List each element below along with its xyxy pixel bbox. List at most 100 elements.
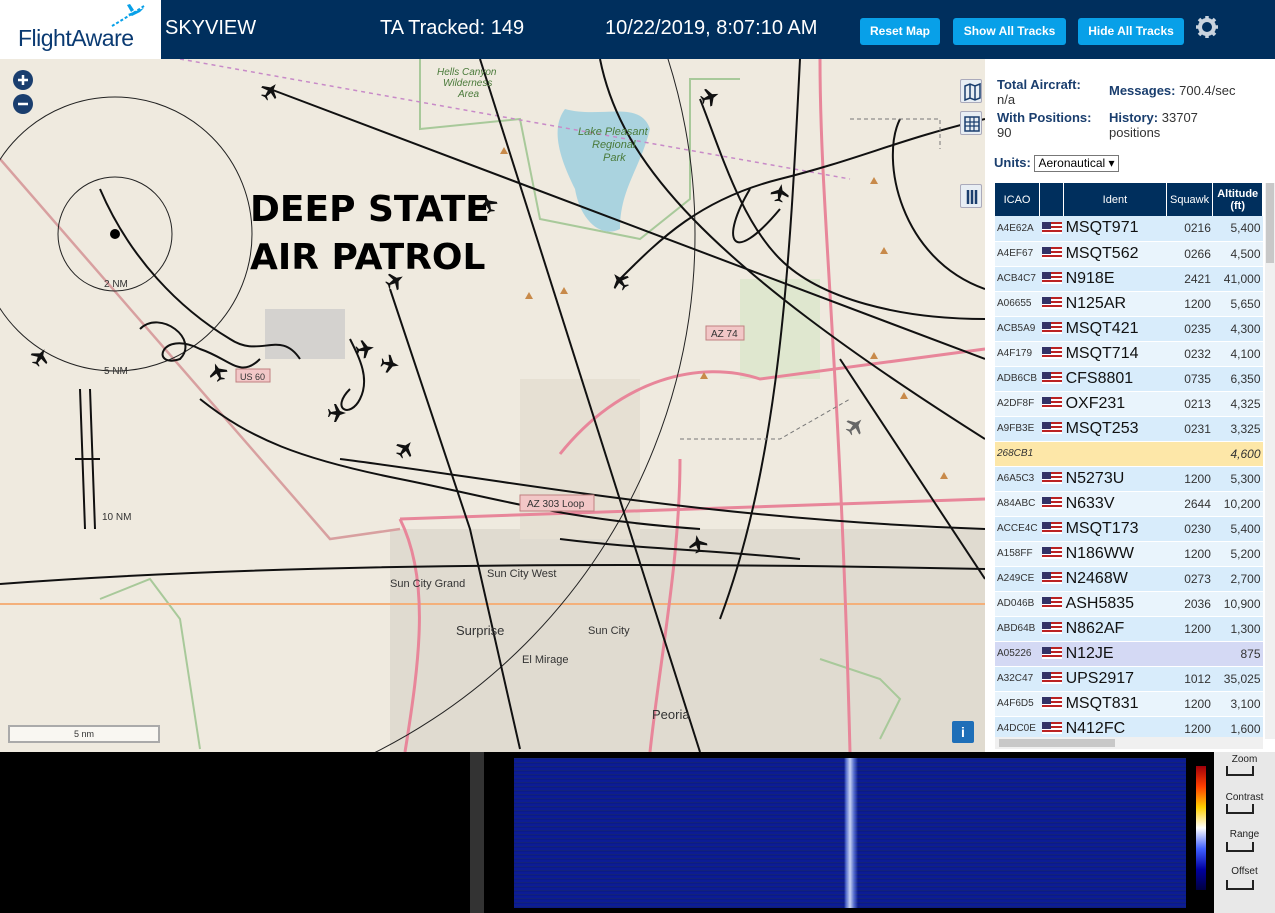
altitude-cell: 3,100 — [1212, 691, 1263, 717]
units-select[interactable]: Aeronautical ▾ — [1034, 155, 1119, 172]
table-scrollbar[interactable] — [1265, 183, 1275, 739]
aircraft-row[interactable]: A158FF N186WW 1200 5,200 — [995, 541, 1263, 567]
messages-stat: Messages: 700.4/sec — [1109, 83, 1236, 98]
icao-cell: ACCE4C — [995, 516, 1040, 542]
aircraft-row[interactable]: A84ABC N633V 2644 10,200 — [995, 491, 1263, 517]
col-flag[interactable] — [1039, 183, 1065, 216]
columns-toggle-button[interactable] — [960, 184, 982, 208]
aircraft-row[interactable]: AD046B ASH5835 2036 10,900 — [995, 591, 1263, 617]
map-view[interactable]: DEEP STATE AIR PATROL 2 NM 5 NM 10 NM He… — [0, 59, 985, 752]
us-flag-icon — [1041, 622, 1062, 635]
col-squawk[interactable]: Squawk — [1166, 183, 1214, 216]
zoom-out-icon[interactable] — [12, 93, 34, 115]
columns-icon — [966, 190, 978, 204]
altitude-cell: 4,100 — [1212, 341, 1263, 367]
aircraft-panel: Total Aircraft: n/a Messages: 700.4/sec W… — [985, 59, 1275, 752]
ident-cell: N2468W — [1063, 566, 1167, 592]
reset-map-button[interactable]: Reset Map — [860, 18, 940, 45]
aircraft-row[interactable]: A6A5C3 N5273U 1200 5,300 — [995, 466, 1263, 492]
icao-cell: AD046B — [995, 591, 1040, 617]
us-flag-icon — [1041, 372, 1062, 385]
ident-cell: CFS8801 — [1063, 366, 1167, 392]
ident-cell: MSQT562 — [1063, 241, 1167, 267]
spectrum-divider — [470, 752, 484, 913]
squawk-cell — [1166, 441, 1213, 467]
info-icon[interactable]: i — [952, 721, 974, 743]
aircraft-row[interactable]: 268CB1 4,600 — [995, 441, 1263, 467]
aircraft-row[interactable]: ACCE4C MSQT173 0230 5,400 — [995, 516, 1263, 542]
flag-cell — [1039, 366, 1064, 392]
ident-cell: MSQT173 — [1063, 516, 1167, 542]
aircraft-row[interactable]: A9FB3E MSQT253 0231 3,325 — [995, 416, 1263, 442]
altitude-cell: 10,900 — [1212, 591, 1263, 617]
aircraft-row[interactable]: A4F179 MSQT714 0232 4,100 — [995, 341, 1263, 367]
squawk-cell: 2036 — [1166, 591, 1213, 617]
squawk-cell: 0273 — [1166, 566, 1213, 592]
us-flag-icon — [1041, 497, 1062, 510]
icao-cell: A06655 — [995, 291, 1040, 317]
color-scale — [1196, 766, 1206, 890]
col-ident[interactable]: Ident — [1063, 183, 1167, 216]
flag-cell — [1039, 466, 1064, 492]
altitude-cell: 4,300 — [1212, 316, 1263, 342]
grid-toggle-button[interactable] — [960, 111, 982, 135]
icao-cell: A4E62A — [995, 216, 1040, 242]
flag-cell — [1039, 591, 1064, 617]
col-altitude[interactable]: Altitude (ft) — [1212, 183, 1263, 216]
aircraft-row[interactable]: A06655 N125AR 1200 5,650 — [995, 291, 1263, 317]
squawk-cell: 2644 — [1166, 491, 1213, 517]
altitude-cell: 5,200 — [1212, 541, 1263, 567]
range-label: 10 NM — [102, 512, 131, 523]
aircraft-row[interactable]: ACB4C7 N918E 2421 41,000 — [995, 266, 1263, 292]
us-flag-icon — [1041, 347, 1062, 360]
ident-cell: MSQT253 — [1063, 416, 1167, 442]
range-slider[interactable] — [1226, 842, 1254, 852]
altitude-cell: 5,400 — [1212, 216, 1263, 242]
us-flag-icon — [1041, 472, 1062, 485]
icao-cell: ABD64B — [995, 616, 1040, 642]
flag-cell — [1039, 691, 1064, 717]
place-label: El Mirage — [522, 654, 568, 666]
icao-cell: ADB6CB — [995, 366, 1040, 392]
range-label: 5 NM — [104, 366, 128, 377]
aircraft-row[interactable]: A2DF8F OXF231 0213 4,325 — [995, 391, 1263, 417]
squawk-cell: 0231 — [1166, 416, 1213, 442]
squawk-cell: 0235 — [1166, 316, 1213, 342]
aircraft-row[interactable]: ACB5A9 MSQT421 0235 4,300 — [995, 316, 1263, 342]
waterfall-display[interactable] — [514, 758, 1186, 908]
us-flag-icon — [1041, 597, 1062, 610]
contrast-slider[interactable] — [1226, 804, 1254, 814]
gear-icon[interactable] — [1195, 15, 1219, 39]
ident-cell: MSQT831 — [1063, 691, 1167, 717]
flightaware-logo[interactable]: FlightAware — [0, 0, 161, 59]
map-layers-button[interactable] — [960, 79, 982, 103]
aircraft-row[interactable]: ABD64B N862AF 1200 1,300 — [995, 616, 1263, 642]
flag-cell — [1039, 541, 1064, 567]
aircraft-row[interactable]: A4EF67 MSQT562 0266 4,500 — [995, 241, 1263, 267]
ident-cell — [1063, 441, 1167, 467]
hide-all-tracks-button[interactable]: Hide All Tracks — [1078, 18, 1184, 45]
squawk-cell: 1200 — [1166, 691, 1213, 717]
flag-cell — [1039, 266, 1064, 292]
aircraft-row[interactable]: ADB6CB CFS8801 0735 6,350 — [995, 366, 1263, 392]
table-hscrollbar[interactable] — [995, 737, 1263, 749]
us-flag-icon — [1041, 222, 1062, 235]
aircraft-row[interactable]: A4E62A MSQT971 0216 5,400 — [995, 216, 1263, 242]
aircraft-row[interactable]: A4F6D5 MSQT831 1200 3,100 — [995, 691, 1263, 717]
zoom-in-icon[interactable] — [12, 69, 34, 91]
aircraft-row[interactable]: A05226 N12JE 875 — [995, 641, 1263, 667]
aircraft-row[interactable]: A32C47 UPS2917 1012 35,025 — [995, 666, 1263, 692]
total-aircraft-stat: Total Aircraft: n/a — [997, 77, 1081, 107]
col-icao[interactable]: ICAO — [995, 183, 1041, 216]
aircraft-row[interactable]: A249CE N2468W 0273 2,700 — [995, 566, 1263, 592]
altitude-cell: 4,600 — [1212, 441, 1263, 467]
road-label: AZ 303 Loop — [527, 499, 585, 510]
us-flag-icon — [1041, 297, 1062, 310]
offset-slider[interactable] — [1226, 880, 1254, 890]
show-all-tracks-button[interactable]: Show All Tracks — [953, 18, 1066, 45]
icao-cell: A32C47 — [995, 666, 1040, 692]
overlay-line-2: AIR PATROL — [250, 237, 485, 278]
altitude-cell: 5,300 — [1212, 466, 1263, 492]
datetime: 10/22/2019, 8:07:10 AM — [605, 17, 818, 39]
zoom-slider[interactable] — [1226, 766, 1254, 776]
